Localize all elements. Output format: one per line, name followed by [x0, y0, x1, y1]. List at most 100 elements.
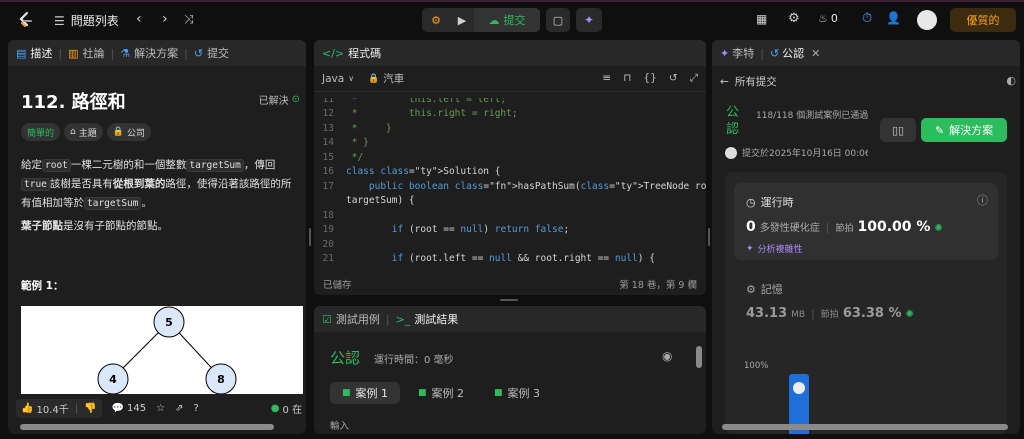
case-tab-1[interactable]: ■ 案例 1 [330, 382, 401, 404]
memory-unit: MB [791, 310, 806, 320]
tab-solutions[interactable]: 解決方案 [134, 45, 178, 61]
code-line: 13 * } [314, 121, 706, 136]
terminal-icon: >_ [395, 312, 411, 326]
run-icon[interactable]: ▶ [450, 14, 474, 27]
timer-icon[interactable]: ⏱ [862, 11, 872, 26]
tab-testcase[interactable]: 測試用例 [336, 311, 380, 327]
language-select[interactable]: Java ∨ [322, 73, 354, 85]
line-number: 16 [322, 166, 334, 178]
analyze-complexity-link[interactable]: ✦ 分析複雜性 [746, 242, 803, 256]
close-icon[interactable]: ✕ [811, 47, 820, 60]
problem-list-button[interactable]: ☰ 問題列表 [54, 12, 119, 29]
submit-button[interactable]: ☁ 提交 [474, 8, 540, 32]
chevron-down-icon: ∨ [348, 74, 355, 83]
submission-tabs: ✦ 李特 | ↺ 公認 ✕ [712, 40, 1020, 66]
format-icon[interactable]: ≡ [602, 72, 611, 85]
edit-icon: ✎ [934, 123, 945, 137]
case-label: 案例 1 [355, 387, 389, 400]
case-tab-2[interactable]: ■ 案例 2 [406, 382, 476, 404]
mode-select[interactable]: 🔒 汽車 [368, 71, 404, 86]
fire-icon: ♨ [818, 12, 828, 25]
debug-icon[interactable]: ⚙ [422, 14, 450, 27]
test-scrollbar[interactable] [696, 346, 702, 368]
tab-description[interactable]: 描述 [30, 45, 52, 61]
case-label: 案例 3 [507, 387, 541, 400]
line-number: 19 [322, 224, 334, 236]
info-icon[interactable]: ⓘ [977, 192, 988, 208]
braces-icon[interactable]: {} [643, 72, 656, 85]
memory-header[interactable]: ⚙ 記憶 [746, 281, 783, 297]
topics-tag[interactable]: ⌂ 主題 [64, 123, 103, 141]
tab-code[interactable]: 程式碼 [348, 45, 381, 61]
tree-node-label: 8 [217, 373, 225, 386]
pin-icon[interactable]: ◐ [1006, 74, 1016, 87]
language-label: Java [322, 72, 345, 85]
problem-title: 112. 路徑和 [21, 92, 126, 113]
streak-counter[interactable]: ♨ 0 [818, 12, 838, 25]
avatar[interactable] [917, 10, 937, 30]
tree-node-label: 5 [165, 316, 173, 329]
premium-button[interactable]: 優質的 [950, 8, 1016, 32]
submitted-time: 提交於2025年10月16日 00:06 [742, 149, 868, 159]
description-scrollbar[interactable] [20, 424, 274, 430]
line-number: 21 [322, 253, 334, 264]
avatar [793, 382, 805, 394]
settings-icon[interactable]: ⚙ [788, 11, 800, 26]
chart-axis-label: 100% [744, 361, 769, 371]
code-editor[interactable]: 11 * this.left = left; 12 * this.right = … [314, 98, 706, 264]
companies-tag[interactable]: 🔒 公司 [106, 123, 151, 141]
tab-accepted[interactable]: ↺ 公認 ✕ [770, 45, 820, 61]
logo-icon[interactable] [16, 11, 34, 29]
arrow-left-icon: ← [720, 75, 729, 88]
back-to-submissions[interactable]: ← 所有提交 [720, 74, 777, 89]
expand-icon[interactable]: ⤢ [690, 72, 698, 85]
editorial-book-button[interactable]: ▯▯ [880, 118, 916, 142]
star-icon[interactable]: ☆ [156, 403, 165, 414]
vertical-splitter[interactable] [708, 228, 710, 246]
tab-leet[interactable]: ✦ 李特 [720, 45, 754, 61]
like-count: 10.4千 [36, 404, 69, 416]
test-verdict: 公認 [330, 349, 361, 367]
prev-problem-icon[interactable]: ‹ [136, 11, 142, 27]
comment-count: 145 [127, 402, 147, 414]
case-tab-3[interactable]: ■ 案例 3 [482, 382, 552, 404]
shuffle-icon[interactable]: ⤨ [184, 12, 194, 27]
solution-button[interactable]: ✎ 解決方案 [921, 118, 1007, 142]
tag-icon: ⌂ [70, 127, 76, 137]
line-number: 13 [322, 122, 334, 134]
horizontal-splitter[interactable] [500, 299, 518, 301]
input-label: 輸入 [330, 421, 350, 432]
cursor-position: 第 18 巷，第 9 欄 [619, 280, 697, 291]
beats-label: 節拍 [835, 224, 854, 234]
test-runtime: 運行時間：0 毫秒 [374, 355, 454, 366]
tab-editorial[interactable]: 社論 [83, 45, 105, 61]
bookmark-icon[interactable]: ⊓ [623, 72, 631, 85]
add-user-icon[interactable]: 👤 [886, 11, 901, 25]
desc-text: 給定 [21, 159, 42, 171]
vertical-splitter[interactable] [309, 228, 311, 246]
tab-submissions[interactable]: 提交 [207, 45, 229, 61]
next-problem-icon[interactable]: › [162, 11, 168, 27]
line-text: public boolean class="fn">hasPathSum(cla… [368, 180, 706, 192]
layout-icon[interactable]: ▦ [756, 12, 767, 26]
difficulty-tag[interactable]: 簡單的 [21, 123, 61, 141]
notes-icon[interactable]: ▢ [546, 8, 570, 32]
topics-label: 主題 [78, 128, 97, 139]
ai-sparkle-icon[interactable]: ✦ [576, 8, 602, 32]
help-icon[interactable]: ? [193, 403, 198, 414]
tab-test-result[interactable]: 測試結果 [414, 311, 458, 327]
thumbs-down-icon[interactable]: 👎 [84, 403, 96, 414]
analyze-label: 分析複雜性 [757, 245, 803, 255]
solutions-icon: ⚗ [120, 46, 131, 60]
like-button[interactable]: 👍 10.4千 | 👎 [16, 398, 102, 418]
clap-icon: ✺ [934, 223, 943, 234]
line-number: 12 [322, 108, 334, 120]
eye-icon[interactable]: ◉ [662, 349, 672, 363]
memory-title: 記憶 [760, 283, 783, 296]
share-icon[interactable]: ⇗ [175, 403, 183, 414]
reset-icon[interactable]: ↺ [669, 72, 678, 85]
mode-label: 汽車 [383, 73, 405, 85]
comments-button[interactable]: 💬 145 [112, 403, 147, 414]
submission-scrollbar[interactable] [722, 424, 1008, 430]
top-bar: ☰ 問題列表 ‹ › ⤨ ⚙ ▶ ☁ 提交 ▢ ✦ ▦ ⚙ ♨ 0 ⏱ 👤 優質… [0, 0, 1024, 40]
